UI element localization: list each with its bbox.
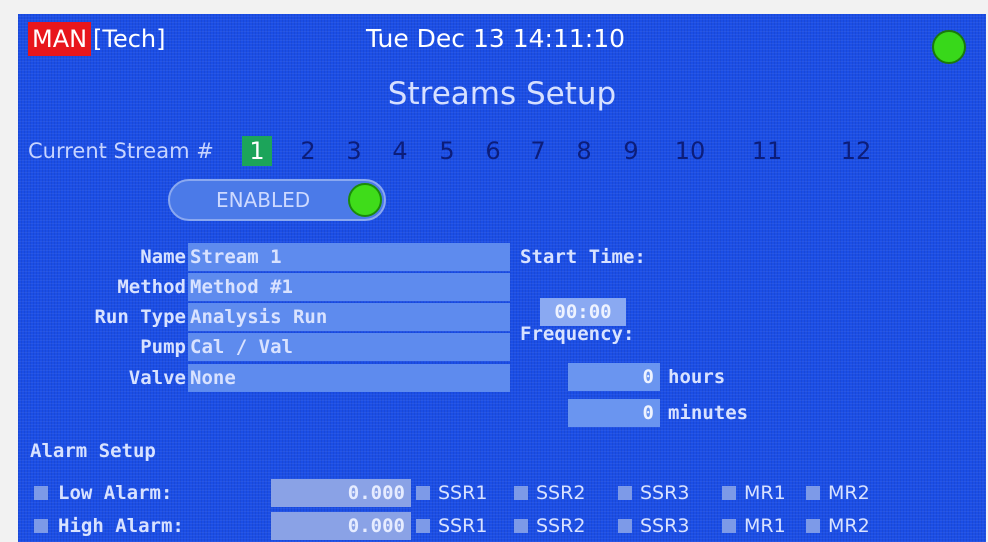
run-type-field[interactable]: Analysis Run (188, 303, 510, 331)
stream-8-button[interactable]: 8 (569, 136, 599, 166)
method-field[interactable]: Method #1 (188, 273, 510, 301)
valve-field[interactable]: None (188, 364, 510, 392)
stream-enabled-toggle[interactable]: ENABLED (168, 179, 386, 221)
frequency-hours-field[interactable]: 0 (568, 363, 660, 391)
stream-11-button[interactable]: 11 (747, 136, 787, 166)
mode-badge[interactable]: MAN (28, 22, 92, 56)
name-field[interactable]: Stream 1 (188, 243, 510, 271)
pump-label: Pump (140, 336, 186, 358)
high-mr1-label: MR1 (744, 515, 786, 537)
low-ssr1-label: SSR1 (438, 482, 488, 504)
high-ssr1-label: SSR1 (438, 515, 488, 537)
high-ssr1-checkbox[interactable] (416, 519, 430, 533)
stream-5-button[interactable]: 5 (432, 136, 462, 166)
low-ssr3-label: SSR3 (640, 482, 690, 504)
frequency-minutes-field[interactable]: 0 (568, 399, 660, 427)
high-mr2-label: MR2 (828, 515, 870, 537)
high-mr1-checkbox[interactable] (722, 519, 736, 533)
high-ssr2-checkbox[interactable] (514, 519, 528, 533)
valve-label: Valve (128, 367, 186, 389)
page-title: Streams Setup (387, 76, 617, 112)
pump-field[interactable]: Cal / Val (188, 333, 510, 361)
stream-7-button[interactable]: 7 (523, 136, 553, 166)
low-mr1-label: MR1 (744, 482, 786, 504)
stream-10-button[interactable]: 10 (670, 136, 710, 166)
user-level[interactable]: [Tech] (93, 22, 165, 56)
hours-unit: hours (668, 366, 726, 388)
current-stream-label: Current Stream # (28, 139, 214, 163)
high-mr2-checkbox[interactable] (806, 519, 820, 533)
low-ssr2-checkbox[interactable] (514, 486, 528, 500)
stream-2-button[interactable]: 2 (293, 136, 323, 166)
low-mr2-label: MR2 (828, 482, 870, 504)
stream-6-button[interactable]: 6 (478, 136, 508, 166)
high-alarm-label: High Alarm: (58, 515, 184, 537)
status-indicator-icon (932, 30, 966, 64)
low-ssr3-checkbox[interactable] (618, 486, 632, 500)
toggle-knob-icon (348, 183, 382, 217)
low-alarm-checkbox[interactable] (34, 486, 48, 500)
low-mr1-checkbox[interactable] (722, 486, 736, 500)
stream-4-button[interactable]: 4 (385, 136, 415, 166)
stream-3-button[interactable]: 3 (339, 136, 369, 166)
stream-12-button[interactable]: 12 (836, 136, 876, 166)
alarm-setup-label: Alarm Setup (30, 440, 156, 462)
start-time-label: Start Time: (520, 246, 646, 268)
run-type-label: Run Type (94, 306, 186, 328)
low-ssr1-checkbox[interactable] (416, 486, 430, 500)
frequency-label: Frequency: (520, 323, 635, 345)
stream-1-button[interactable]: 1 (242, 136, 272, 166)
low-alarm-label: Low Alarm: (58, 482, 173, 504)
low-alarm-field[interactable]: 0.000 (271, 479, 411, 507)
name-label: Name (140, 246, 186, 268)
high-ssr3-checkbox[interactable] (618, 519, 632, 533)
toggle-label: ENABLED (216, 188, 311, 212)
low-mr2-checkbox[interactable] (806, 486, 820, 500)
device-screen: MAN [Tech] Tue Dec 13 14:11:10 Streams S… (18, 14, 986, 542)
stream-9-button[interactable]: 9 (616, 136, 646, 166)
datetime: Tue Dec 13 14:11:10 (366, 24, 626, 53)
high-ssr2-label: SSR2 (536, 515, 586, 537)
low-ssr2-label: SSR2 (536, 482, 586, 504)
high-alarm-field[interactable]: 0.000 (271, 512, 411, 540)
high-ssr3-label: SSR3 (640, 515, 690, 537)
high-alarm-checkbox[interactable] (34, 519, 48, 533)
method-label: Method (117, 276, 186, 298)
minutes-unit: minutes (668, 402, 749, 424)
